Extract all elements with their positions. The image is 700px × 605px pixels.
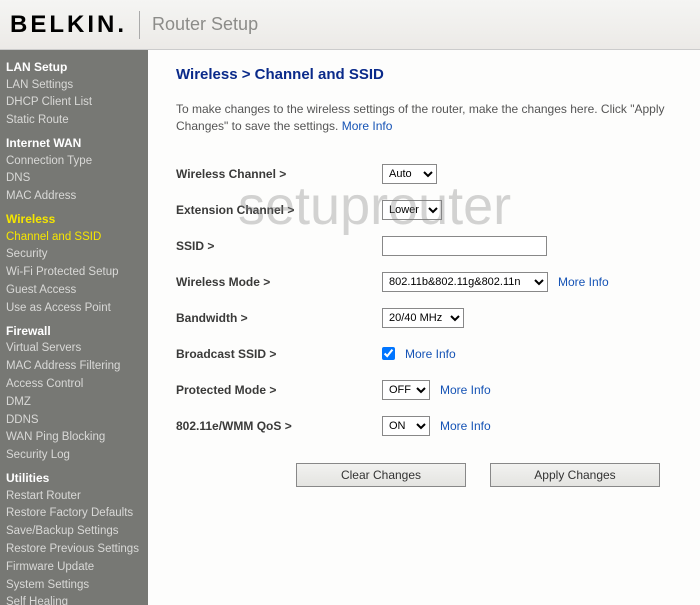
- more-info-wmm-qos[interactable]: More Info: [440, 419, 491, 433]
- nav-guest-access[interactable]: Guest Access: [6, 282, 148, 300]
- more-info-wireless-mode[interactable]: More Info: [558, 275, 609, 289]
- row-wmm-qos: 802.11e/WMM QoS > ON More Info: [176, 415, 680, 437]
- nav-save-backup[interactable]: Save/Backup Settings: [6, 523, 148, 541]
- nav-connection-type[interactable]: Connection Type: [6, 153, 148, 171]
- sidebar: LAN Setup LAN Settings DHCP Client List …: [0, 50, 148, 605]
- nav-wifi-protected-setup[interactable]: Wi-Fi Protected Setup: [6, 264, 148, 282]
- nav-restore-previous[interactable]: Restore Previous Settings: [6, 541, 148, 559]
- intro-body: To make changes to the wireless settings…: [176, 102, 665, 133]
- nav-use-as-ap[interactable]: Use as Access Point: [6, 300, 148, 318]
- checkbox-broadcast-ssid[interactable]: [382, 347, 395, 360]
- header: BELKIN. Router Setup: [0, 0, 700, 50]
- nav-access-control[interactable]: Access Control: [6, 376, 148, 394]
- more-info-broadcast-ssid[interactable]: More Info: [405, 347, 456, 361]
- select-wireless-channel[interactable]: Auto: [382, 164, 437, 184]
- select-protected-mode[interactable]: OFF: [382, 380, 430, 400]
- label-wmm-qos: 802.11e/WMM QoS >: [176, 419, 382, 433]
- nav-security[interactable]: Security: [6, 246, 148, 264]
- nav-wan-ping-blocking[interactable]: WAN Ping Blocking: [6, 429, 148, 447]
- section-head-utilities: Utilities: [6, 469, 148, 488]
- clear-changes-button[interactable]: Clear Changes: [296, 463, 466, 487]
- nav-ddns[interactable]: DDNS: [6, 412, 148, 430]
- intro-more-info-link[interactable]: More Info: [342, 119, 393, 133]
- nav-lan-settings[interactable]: LAN Settings: [6, 77, 148, 95]
- select-extension-channel[interactable]: Lower: [382, 200, 442, 220]
- row-protected-mode: Protected Mode > OFF More Info: [176, 379, 680, 401]
- select-wireless-mode[interactable]: 802.11b&802.11g&802.11n: [382, 272, 548, 292]
- nav-dmz[interactable]: DMZ: [6, 394, 148, 412]
- button-bar: Clear Changes Apply Changes: [276, 463, 680, 487]
- breadcrumb: Wireless > Channel and SSID: [176, 66, 680, 83]
- row-broadcast-ssid: Broadcast SSID > More Info: [176, 343, 680, 365]
- nav-self-healing[interactable]: Self Healing: [6, 594, 148, 605]
- nav-channel-and-ssid[interactable]: Channel and SSID: [6, 229, 148, 247]
- page-title: Router Setup: [152, 14, 258, 35]
- nav-dhcp-client-list[interactable]: DHCP Client List: [6, 94, 148, 112]
- nav-restore-defaults[interactable]: Restore Factory Defaults: [6, 505, 148, 523]
- row-extension-channel: Extension Channel > Lower: [176, 199, 680, 221]
- row-ssid: SSID >: [176, 235, 680, 257]
- nav-security-log[interactable]: Security Log: [6, 447, 148, 465]
- main-content: Wireless > Channel and SSID To make chan…: [148, 50, 700, 605]
- label-bandwidth: Bandwidth >: [176, 311, 382, 325]
- section-head-lan: LAN Setup: [6, 58, 148, 77]
- nav-virtual-servers[interactable]: Virtual Servers: [6, 340, 148, 358]
- row-wireless-channel: Wireless Channel > Auto: [176, 163, 680, 185]
- section-head-wan: Internet WAN: [6, 134, 148, 153]
- apply-changes-button[interactable]: Apply Changes: [490, 463, 660, 487]
- section-head-wireless[interactable]: Wireless: [6, 210, 148, 229]
- label-wireless-channel: Wireless Channel >: [176, 167, 382, 181]
- intro-text: To make changes to the wireless settings…: [176, 101, 680, 135]
- row-wireless-mode: Wireless Mode > 802.11b&802.11g&802.11n …: [176, 271, 680, 293]
- logo: BELKIN.: [0, 11, 140, 39]
- section-head-firewall: Firewall: [6, 322, 148, 341]
- label-extension-channel: Extension Channel >: [176, 203, 382, 217]
- nav-mac-filtering[interactable]: MAC Address Filtering: [6, 358, 148, 376]
- select-bandwidth[interactable]: 20/40 MHz: [382, 308, 464, 328]
- label-ssid: SSID >: [176, 239, 382, 253]
- label-broadcast-ssid: Broadcast SSID >: [176, 347, 382, 361]
- row-bandwidth: Bandwidth > 20/40 MHz: [176, 307, 680, 329]
- more-info-protected-mode[interactable]: More Info: [440, 383, 491, 397]
- select-wmm-qos[interactable]: ON: [382, 416, 430, 436]
- label-protected-mode: Protected Mode >: [176, 383, 382, 397]
- nav-mac-address[interactable]: MAC Address: [6, 188, 148, 206]
- nav-dns[interactable]: DNS: [6, 170, 148, 188]
- nav-system-settings[interactable]: System Settings: [6, 577, 148, 595]
- nav-restart-router[interactable]: Restart Router: [6, 488, 148, 506]
- nav-firmware-update[interactable]: Firmware Update: [6, 559, 148, 577]
- input-ssid[interactable]: [382, 236, 547, 256]
- nav-static-route[interactable]: Static Route: [6, 112, 148, 130]
- label-wireless-mode: Wireless Mode >: [176, 275, 382, 289]
